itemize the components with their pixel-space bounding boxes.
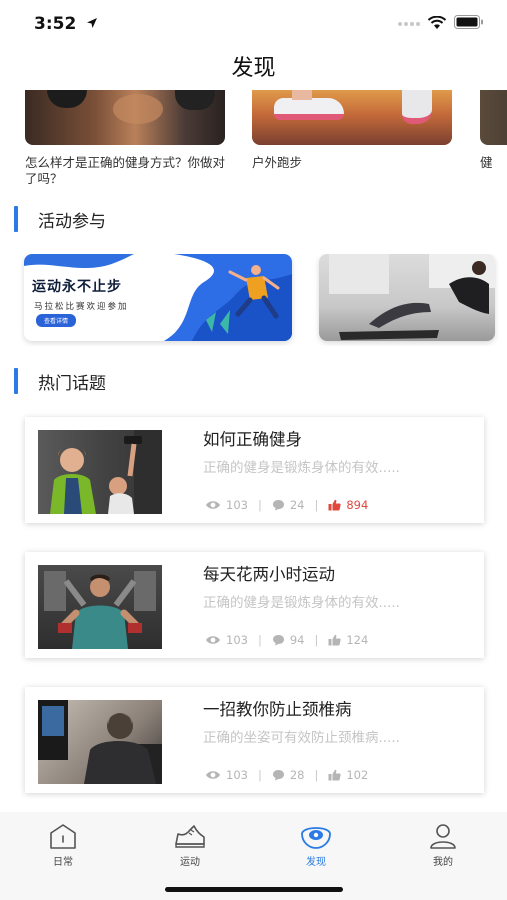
tab-sport[interactable]: 运动 — [150, 822, 230, 868]
tab-label: 发现 — [306, 857, 326, 868]
wifi-icon — [427, 16, 447, 29]
article-image — [480, 90, 507, 145]
banner-subtitle: 马拉松比赛欢迎参加 — [34, 302, 129, 312]
tab-profile[interactable]: 我的 — [403, 822, 483, 868]
eye-icon — [206, 501, 220, 509]
location-arrow-icon — [87, 18, 97, 28]
status-time: 3:52 — [34, 14, 77, 34]
like-count[interactable]: 124 — [328, 633, 368, 647]
topic-image — [38, 430, 162, 514]
comment-icon — [272, 635, 284, 646]
topic-title: 一招教你防止颈椎病 — [203, 700, 352, 719]
topic-card[interactable]: 一招教你防止颈椎病 正确的坐姿可有效防止颈椎病..... 103 | 28 | … — [25, 687, 484, 793]
comment-icon — [272, 770, 284, 781]
comment-count[interactable]: 24 — [272, 498, 304, 512]
eye-icon — [206, 771, 220, 779]
article-card[interactable]: 健 — [480, 90, 507, 171]
topic-card[interactable]: 每天花两小时运动 正确的健身是锻炼身体的有效..... 103 | 94 | 1… — [25, 552, 484, 658]
section-title: 热门话题 — [38, 373, 106, 394]
topic-stats: 103 | 28 | 102 — [205, 768, 368, 782]
banner-illustration — [24, 254, 292, 341]
activity-photo-card[interactable] — [319, 254, 495, 341]
section-title: 活动参与 — [38, 211, 106, 232]
profile-icon — [430, 824, 456, 849]
tab-label: 运动 — [180, 857, 200, 868]
article-card[interactable]: 怎么样才是正确的健身方式？你做对了吗？ — [25, 90, 225, 187]
sneaker-icon — [175, 825, 205, 848]
topic-title: 每天花两小时运动 — [203, 565, 335, 584]
article-carousel[interactable]: 怎么样才是正确的健身方式？你做对了吗？ 户外跑步 健 — [0, 90, 507, 190]
thumbs-up-icon — [328, 634, 341, 646]
activity-banner-card[interactable]: 运动永不止步 马拉松比赛欢迎参加 查看详情 — [24, 254, 292, 341]
discover-icon — [301, 827, 331, 849]
banner-title: 运动永不止步 — [32, 279, 122, 295]
page-title: 发现 — [231, 56, 276, 81]
article-caption: 健 — [480, 155, 493, 170]
comment-count[interactable]: 94 — [272, 633, 304, 647]
topic-stats: 103 | 24 | 894 — [205, 498, 368, 512]
like-count[interactable]: 894 — [328, 498, 368, 512]
cellular-signal-icon — [398, 22, 420, 26]
section-header-activities: 活动参与 — [14, 206, 106, 232]
tab-label: 日常 — [53, 857, 73, 868]
home-indicator — [165, 887, 343, 892]
activity-carousel[interactable]: 运动永不止步 马拉松比赛欢迎参加 查看详情 — [0, 254, 507, 346]
view-count: 103 — [205, 768, 248, 782]
article-caption: 户外跑步 — [252, 155, 303, 170]
banner-detail-button[interactable]: 查看详情 — [36, 314, 77, 327]
section-accent-bar — [14, 368, 18, 394]
like-count[interactable]: 102 — [328, 768, 368, 782]
topic-description: 正确的健身是锻炼身体的有效..... — [203, 595, 400, 611]
tab-label: 我的 — [433, 857, 453, 868]
article-caption: 怎么样才是正确的健身方式？你做对了吗？ — [25, 155, 226, 186]
topic-description: 正确的坐姿可有效防止颈椎病..... — [203, 730, 400, 746]
topic-card[interactable]: 如何正确健身 正确的健身是锻炼身体的有效..... 103 | 24 | 894 — [25, 417, 484, 523]
thumbs-up-icon — [328, 499, 341, 511]
comment-count[interactable]: 28 — [272, 768, 304, 782]
eye-icon — [206, 636, 220, 644]
article-image-gym — [25, 90, 225, 145]
article-image-running — [252, 90, 452, 145]
view-count: 103 — [205, 498, 248, 512]
thumbs-up-icon — [328, 769, 341, 781]
topic-stats: 103 | 94 | 124 — [205, 633, 368, 647]
topic-image — [38, 700, 162, 784]
activity-photo — [329, 254, 495, 340]
comment-icon — [272, 500, 284, 511]
article-card[interactable]: 户外跑步 — [252, 90, 452, 171]
tab-discover[interactable]: 发现 — [276, 822, 356, 868]
topic-title: 如何正确健身 — [203, 430, 302, 449]
battery-icon — [454, 15, 483, 29]
section-header-hot-topics: 热门话题 — [14, 368, 106, 394]
tab-daily[interactable]: 日常 — [23, 822, 103, 868]
section-accent-bar — [14, 206, 18, 232]
status-bar: 3:52 — [0, 0, 507, 48]
topic-description: 正确的健身是锻炼身体的有效..... — [203, 460, 400, 476]
home-icon — [50, 824, 76, 849]
topic-image — [38, 565, 162, 649]
view-count: 103 — [205, 633, 248, 647]
